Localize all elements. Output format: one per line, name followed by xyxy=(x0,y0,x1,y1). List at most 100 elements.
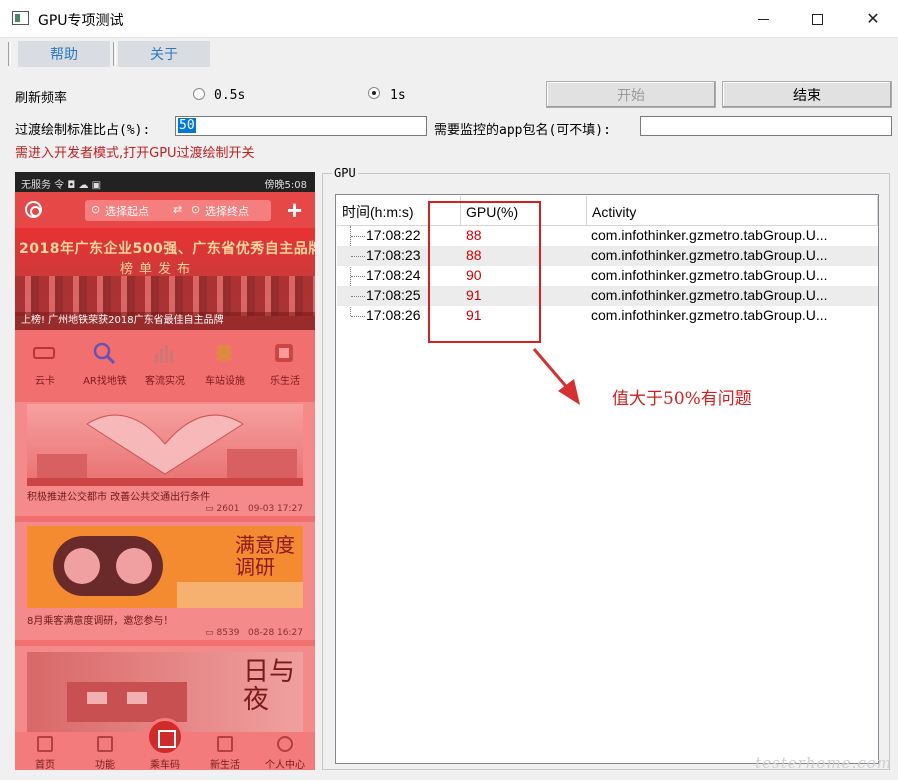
shortcut-label: 客流实况 xyxy=(145,376,185,387)
card-icon xyxy=(33,347,55,359)
news-caption: 8月乘客满意度调研，邀您参与！ xyxy=(27,616,174,627)
table-row[interactable]: 17:08:26 91 com.infothinker.gzmetro.tabG… xyxy=(337,306,878,326)
annotation-text: 值大于50%有问题 xyxy=(612,389,752,409)
shortcut-item: 乐生活 xyxy=(255,332,315,398)
close-icon: ✕ xyxy=(866,11,880,28)
row-time: 17:08:23 xyxy=(366,247,421,263)
nav-item: 新生活 xyxy=(195,732,255,770)
route-search: ⊙ 选择起点 ⇄ ⊙ 选择终点 xyxy=(85,200,271,221)
package-input[interactable] xyxy=(640,116,892,136)
news-card: 积极推进公交都市 改善公共交通出行条件 ▭ 2601 09-03 17:27 xyxy=(15,402,315,516)
news-card: 满意度调研 8月乘客满意度调研，邀您参与！ ▭ 8539 08-28 16:27 xyxy=(15,522,315,640)
plus-icon: + xyxy=(287,195,303,225)
city-skyline-image xyxy=(27,414,303,486)
row-activity: com.infothinker.gzmetro.tabGroup.U... xyxy=(591,247,828,263)
nav-label: 乘车码 xyxy=(150,760,180,770)
menu-about[interactable]: 关于 xyxy=(118,41,210,67)
app-icon xyxy=(12,11,29,25)
menu-help[interactable]: 帮助 xyxy=(18,41,110,67)
title-bar: GPU专项测试 ✕ xyxy=(0,0,898,38)
nav-item: 功能 xyxy=(75,732,135,770)
overdraw-input[interactable]: 50 xyxy=(175,116,427,136)
bar-chart-icon xyxy=(155,345,173,363)
search-to: 选择终点 xyxy=(205,205,249,218)
overdraw-warning: 需进入开发者模式,打开GPU过渡绘制开关 xyxy=(15,146,255,161)
banner-title: 2018年广东企业500强、广东省优秀自主品牌 xyxy=(19,241,315,257)
search-from: 选择起点 xyxy=(105,205,149,218)
row-activity: com.infothinker.gzmetro.tabGroup.U... xyxy=(591,287,828,303)
banner-caption: 上榜! 广州地铁荣获2018广东省最佳自主品牌 xyxy=(15,312,315,330)
phone-screen: 无服务 令 ◘ ☁ ▣ 傍晚5:08 ⊙ 选择起点 ⇄ ⊙ 选择终点 + 201… xyxy=(15,172,315,770)
news-meta: ▭ 2601 09-03 17:27 xyxy=(205,504,303,514)
minimize-button[interactable] xyxy=(736,0,790,38)
row-activity: com.infothinker.gzmetro.tabGroup.U... xyxy=(591,307,828,323)
gear-icon xyxy=(25,201,42,218)
menu-separator xyxy=(113,42,116,66)
overdraw-label: 过渡绘制标准比占(%): xyxy=(15,123,151,138)
table-row[interactable]: 17:08:23 88 com.infothinker.gzmetro.tabG… xyxy=(337,246,878,266)
news-views: 8539 xyxy=(216,628,240,638)
nav-label: 个人中心 xyxy=(265,760,305,770)
row-time: 17:08:24 xyxy=(366,267,421,283)
send-icon xyxy=(217,736,233,752)
user-icon xyxy=(277,736,293,752)
radio-0-5s-label: 0.5s xyxy=(214,88,246,103)
shortcut-item: 客流实况 xyxy=(135,332,195,398)
col-activity[interactable]: Activity xyxy=(587,196,878,226)
row-activity: com.infothinker.gzmetro.tabGroup.U... xyxy=(591,227,828,243)
minimize-icon xyxy=(757,18,769,20)
refresh-rate-label: 刷新频率 xyxy=(15,91,68,106)
status-left: 无服务 令 ◘ ☁ ▣ xyxy=(21,180,102,191)
package-label: 需要监控的app包名(可不填): xyxy=(434,123,611,138)
nav-item: 个人中心 xyxy=(255,732,315,770)
start-button[interactable]: 开始 xyxy=(546,81,716,108)
shortcut-item: 车站设施 xyxy=(195,332,255,398)
gpu-tree-view[interactable]: 时间(h:m:s) GPU(%) Activity 17:08:22 88 co… xyxy=(335,194,879,764)
location-pin-icon: ⊙ xyxy=(191,203,201,216)
nav-item: 乘车码 xyxy=(135,732,195,770)
table-row[interactable]: 17:08:25 91 com.infothinker.gzmetro.tabG… xyxy=(337,286,878,306)
radio-1s[interactable] xyxy=(368,87,380,99)
nav-label: 功能 xyxy=(95,760,115,770)
coins-icon xyxy=(216,345,232,361)
book-icon: ▭ xyxy=(205,628,214,638)
radio-0-5s[interactable] xyxy=(193,88,205,100)
row-time: 17:08:25 xyxy=(366,287,421,303)
tree-header: 时间(h:m:s) GPU(%) Activity xyxy=(337,196,878,226)
stop-button[interactable]: 结束 xyxy=(722,81,892,108)
news-caption: 积极推进公交都市 改善公共交通出行条件 xyxy=(27,492,211,503)
phone-bottom-nav: 首页 功能 乘车码 新生活 个人中心 xyxy=(15,718,315,770)
menu-separator xyxy=(8,42,11,66)
news-date: 08-28 16:27 xyxy=(248,628,303,638)
tree-branch-line xyxy=(351,316,365,317)
shortcut-label: 车站设施 xyxy=(205,376,245,387)
phone-header: ⊙ 选择起点 ⇄ ⊙ 选择终点 + xyxy=(15,192,315,228)
banner-subtitle: 榜单发布 xyxy=(120,262,197,277)
nav-label: 首页 xyxy=(35,760,55,770)
watermark: testerhome.com xyxy=(755,754,892,772)
phone-shortcuts: 云卡 AR找地铁 客流实况 车站设施 乐生活 xyxy=(15,332,315,398)
status-time: 傍晚5:08 xyxy=(264,180,307,191)
phone-banner: 2018年广东企业500强、广东省优秀自主品牌 榜单发布 上榜! 广州地铁荣获2… xyxy=(15,228,315,330)
shortcut-item: AR找地铁 xyxy=(75,332,135,398)
radio-1s-label: 1s xyxy=(390,88,406,103)
row-activity: com.infothinker.gzmetro.tabGroup.U... xyxy=(591,267,828,283)
highlight-box xyxy=(428,201,541,343)
nav-item: 首页 xyxy=(15,732,75,770)
shortcut-label: 乐生活 xyxy=(270,376,300,387)
maximize-icon xyxy=(811,13,823,25)
window-title: GPU专项测试 xyxy=(38,13,124,29)
life-icon xyxy=(275,344,293,362)
gpu-group-title: GPU xyxy=(332,166,358,180)
banner-photo xyxy=(15,276,315,316)
table-row[interactable]: 17:08:24 90 com.infothinker.gzmetro.tabG… xyxy=(337,266,878,286)
maximize-button[interactable] xyxy=(790,0,844,38)
table-row[interactable]: 17:08:22 88 com.infothinker.gzmetro.tabG… xyxy=(337,226,878,246)
tree-branch-line xyxy=(351,256,365,257)
row-time: 17:08:26 xyxy=(366,307,421,323)
shortcut-item: 云卡 xyxy=(15,332,75,398)
shortcut-label: AR找地铁 xyxy=(83,376,127,387)
news-date: 09-03 17:27 xyxy=(248,504,303,514)
close-button[interactable]: ✕ xyxy=(846,0,898,38)
news-image xyxy=(27,404,303,486)
